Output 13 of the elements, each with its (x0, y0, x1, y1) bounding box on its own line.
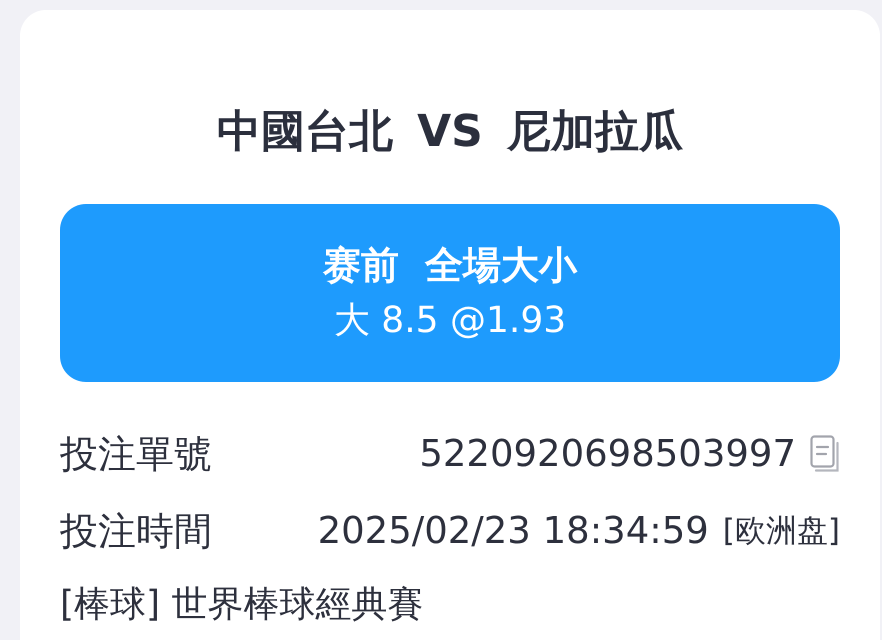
bet-market-text: 全場大小 (425, 242, 577, 289)
home-team-name: 中國台北 (217, 106, 394, 158)
detail-label: 投注時間 (60, 508, 212, 554)
bet-stage-text: 赛前 (323, 242, 399, 289)
detail-label: 投注單號 (60, 430, 212, 478)
odds-type-tag: [欧洲盘] (722, 510, 840, 550)
away-team-name: 尼加拉瓜 (506, 106, 683, 158)
versus-text: VS (417, 106, 483, 158)
detail-value: 5220920698503997 (419, 430, 796, 476)
bet-selection-text: 大 8.5 @1.93 (334, 299, 566, 343)
copy-icon[interactable] (810, 434, 840, 472)
detail-value: 2025/02/23 18:34:59 (318, 508, 709, 554)
league-text: [棒球] 世界棒球經典賽 (60, 583, 425, 627)
